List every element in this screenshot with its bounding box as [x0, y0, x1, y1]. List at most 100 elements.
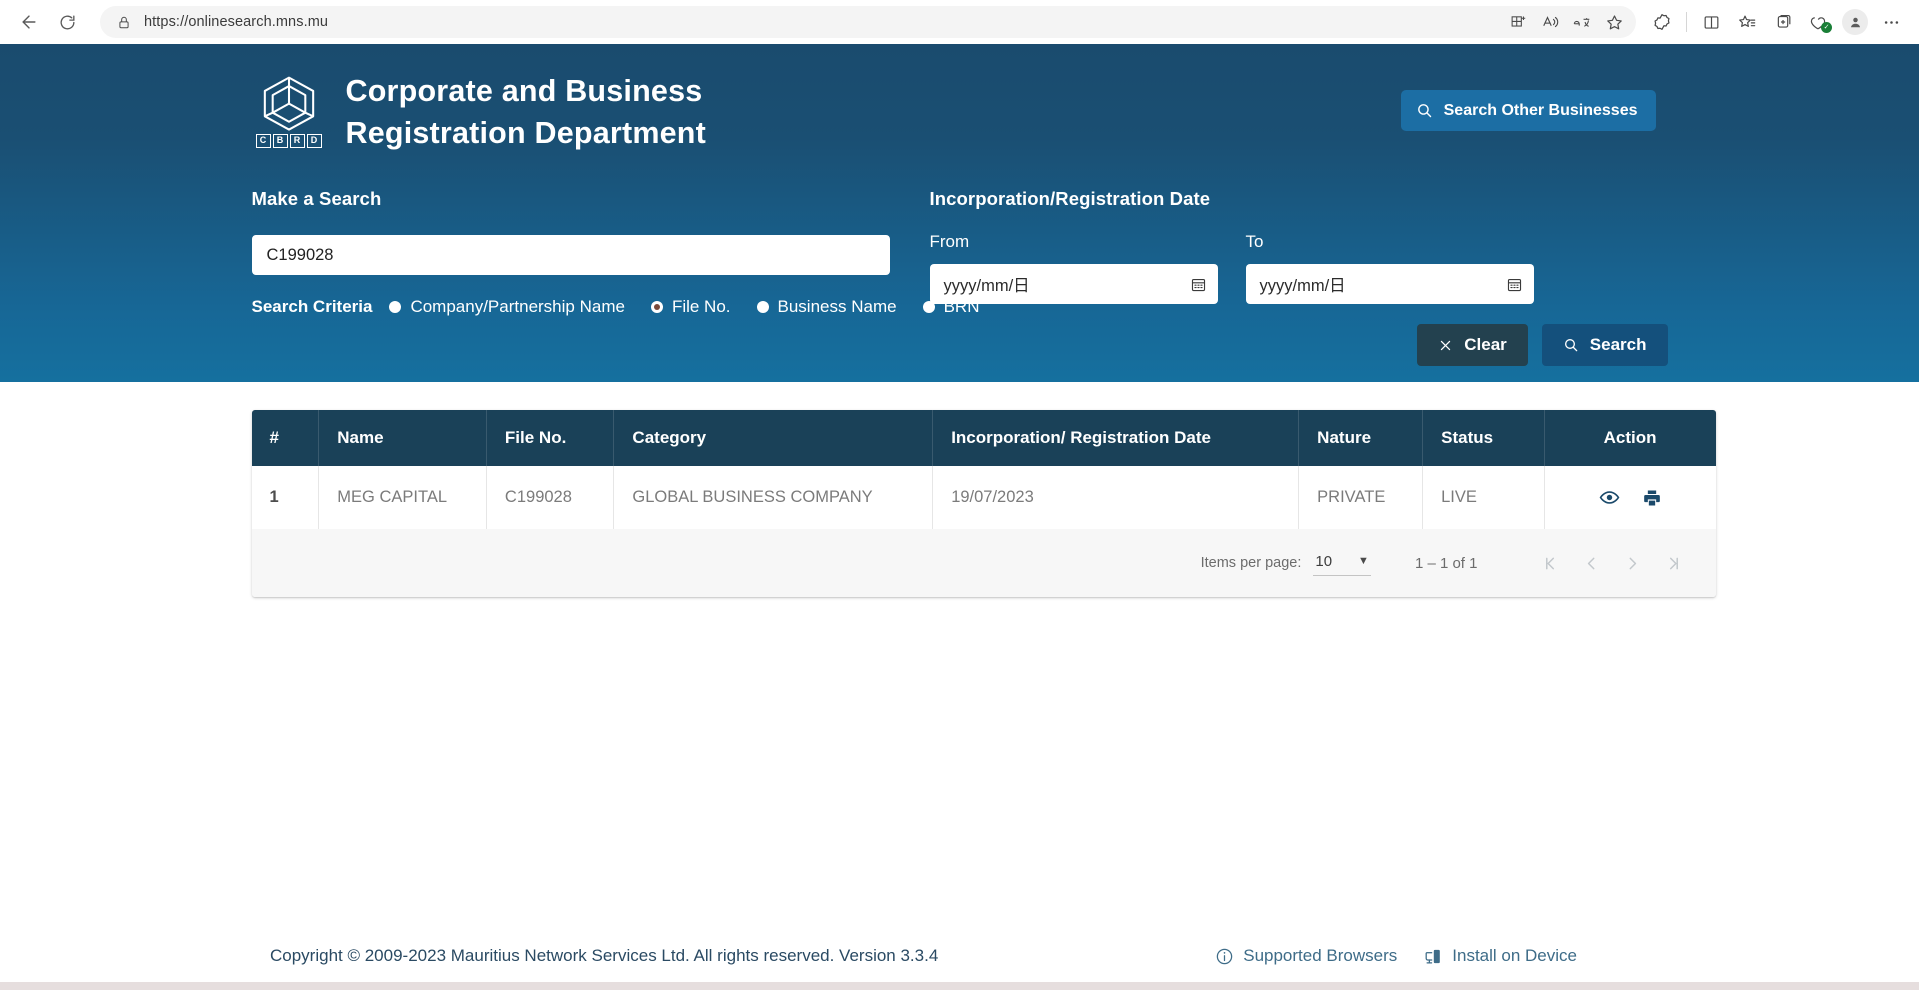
cell-action: [1544, 466, 1716, 529]
copyright-text: Copyright © 2009-2023 Mauritius Network …: [270, 946, 939, 965]
results-section: # Name File No. Category Incorporation/ …: [240, 410, 1716, 597]
search-form-left: Make a Search C199028 Search Criteria Co…: [251, 188, 980, 366]
toolbar-right-actions: ✓: [1644, 6, 1909, 38]
results-table-body: 1 MEG CAPITAL C199028 GLOBAL BUSINESS CO…: [251, 466, 1716, 529]
page-viewport: C B R D Corporate and Business Registrat…: [0, 44, 1919, 990]
collections-favorites-icon[interactable]: [1729, 6, 1765, 38]
date-from-placeholder: yyyy/mm/日: [943, 277, 1030, 295]
search-criteria-label: Search Criteria: [251, 297, 373, 316]
info-icon: [1216, 948, 1233, 964]
search-input-value: C199028: [266, 245, 334, 264]
supported-browsers-link[interactable]: Supported Browsers: [1215, 946, 1397, 966]
search-other-businesses-label: Search Other Businesses: [1443, 101, 1638, 119]
split-screen-add-icon[interactable]: [1502, 8, 1534, 36]
radio-label: File No.: [671, 297, 731, 316]
cell-nature: PRIVATE: [1298, 466, 1424, 529]
logo-letters: C B R D: [255, 134, 322, 148]
print-icon[interactable]: [1642, 488, 1662, 508]
first-page-button[interactable]: [1530, 543, 1571, 584]
view-icon[interactable]: [1599, 487, 1620, 508]
clear-button-label: Clear: [1464, 335, 1507, 354]
radio-indicator: [389, 301, 402, 313]
back-button[interactable]: [10, 6, 48, 38]
radio-business-name[interactable]: Business Name: [756, 297, 897, 317]
paginator: Items per page: 10 ▼ 1 – 1 of 1: [251, 529, 1716, 597]
profile-icon[interactable]: [1837, 6, 1873, 38]
search-criteria-group: Search Criteria Company/Partnership Name…: [251, 297, 980, 317]
settings-more-icon[interactable]: [1873, 6, 1909, 38]
date-to-label: To: [1245, 232, 1264, 251]
radio-company-partnership-name[interactable]: Company/Partnership Name: [389, 297, 625, 317]
read-aloud-icon[interactable]: [1534, 8, 1566, 36]
date-from-group: From yyyy/mm/日: [929, 232, 1218, 304]
logo-letter-c: C: [255, 134, 271, 148]
search-icon: [1564, 339, 1578, 352]
reload-button[interactable]: [48, 6, 86, 38]
avatar: [1842, 9, 1868, 35]
close-icon: [1441, 340, 1451, 350]
results-table-head: # Name File No. Category Incorporation/ …: [251, 410, 1716, 466]
supported-browsers-label: Supported Browsers: [1243, 946, 1398, 965]
brand-header: C B R D Corporate and Business Registrat…: [252, 44, 1668, 154]
logo-letter-b: B: [272, 134, 288, 148]
install-on-device-label: Install on Device: [1452, 946, 1577, 965]
address-bar-url: https://onlinesearch.mns.mu: [144, 14, 329, 30]
date-from-input[interactable]: yyyy/mm/日: [929, 264, 1218, 304]
search-button[interactable]: Search: [1541, 324, 1668, 366]
last-page-button[interactable]: [1653, 543, 1694, 584]
split-screen-icon[interactable]: [1693, 6, 1729, 38]
items-per-page-select[interactable]: 10 ▼: [1313, 551, 1371, 576]
chevron-down-icon: ▼: [1358, 554, 1369, 567]
install-on-device-link[interactable]: Install on Device: [1423, 946, 1577, 966]
browser-toolbar: https://onlinesearch.mns.mu ✓: [0, 0, 1919, 44]
footer-links: Supported Browsers Install on Device: [1215, 946, 1577, 966]
page-title-line1: Corporate and Business: [345, 74, 703, 108]
logo-letter-d: D: [306, 134, 322, 148]
table-row[interactable]: 1 MEG CAPITAL C199028 GLOBAL BUSINESS CO…: [251, 466, 1716, 529]
cell-status: LIVE: [1422, 466, 1545, 529]
incorporation-date-label: Incorporation/Registration Date: [929, 188, 1211, 209]
results-table: # Name File No. Category Incorporation/ …: [251, 410, 1716, 529]
hero-section: C B R D Corporate and Business Registrat…: [0, 44, 1919, 382]
col-file-no: File No.: [486, 410, 615, 466]
items-per-page-value: 10: [1315, 552, 1333, 570]
table-header-row: # Name File No. Category Incorporation/ …: [251, 410, 1716, 466]
search-icon: [1417, 104, 1431, 118]
col-date: Incorporation/ Registration Date: [932, 410, 1300, 466]
items-per-page-label: Items per page:: [1200, 555, 1302, 571]
copilot-icon[interactable]: [1644, 6, 1680, 38]
translate-icon[interactable]: [1566, 8, 1598, 36]
favorite-star-icon[interactable]: [1598, 8, 1630, 36]
radio-label: Business Name: [777, 297, 897, 316]
browser-essentials-icon[interactable]: ✓: [1801, 6, 1837, 38]
address-bar[interactable]: https://onlinesearch.mns.mu: [100, 6, 1636, 38]
search-input[interactable]: C199028: [251, 235, 890, 275]
search-form: Make a Search C199028 Search Criteria Co…: [251, 188, 1668, 366]
radio-label: Company/Partnership Name: [410, 297, 625, 316]
results-card: # Name File No. Category Incorporation/ …: [251, 410, 1716, 597]
install-device-icon: [1425, 949, 1441, 963]
col-index: #: [251, 410, 320, 466]
add-to-collections-icon[interactable]: [1765, 6, 1801, 38]
calendar-icon[interactable]: [1506, 276, 1523, 293]
radio-indicator-selected: [650, 301, 663, 313]
search-other-businesses-button[interactable]: Search Other Businesses: [1400, 90, 1656, 131]
taskbar-sliver: [0, 982, 1919, 990]
browser-window: https://onlinesearch.mns.mu ✓ C B R D Co…: [0, 0, 1919, 990]
search-button-label: Search: [1589, 335, 1647, 354]
date-range-group: From yyyy/mm/日 To yyyy/mm/日: [929, 232, 1668, 304]
clear-button[interactable]: Clear: [1417, 324, 1528, 366]
address-bar-actions: [1502, 8, 1630, 36]
cell-name: MEG CAPITAL: [318, 466, 487, 529]
cell-index: 1: [251, 466, 320, 529]
next-page-button[interactable]: [1612, 543, 1653, 584]
date-to-input[interactable]: yyyy/mm/日: [1245, 264, 1534, 304]
page-bottom-rounding: [0, 968, 1919, 982]
page-title-line2: Registration Department: [345, 116, 706, 150]
page-title: Corporate and Business Registration Depa…: [346, 70, 707, 154]
previous-page-button[interactable]: [1571, 543, 1612, 584]
radio-file-no[interactable]: File No.: [650, 297, 731, 317]
col-status: Status: [1422, 410, 1545, 466]
calendar-icon[interactable]: [1190, 276, 1207, 293]
col-category: Category: [613, 410, 934, 466]
